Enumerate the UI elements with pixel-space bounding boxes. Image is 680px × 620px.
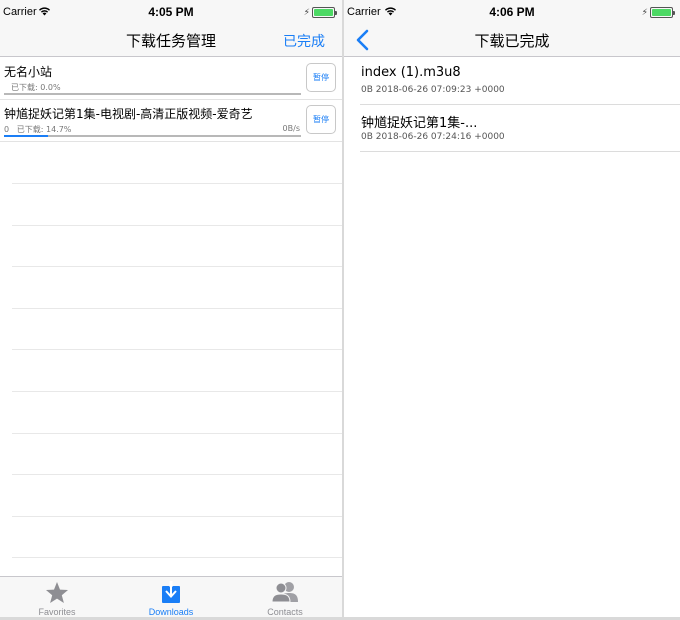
task-title: 无名小站 — [4, 65, 53, 79]
status-bar: Carrier 4:05 PM ⚡ — [0, 0, 342, 24]
row-separator — [12, 433, 342, 434]
row-separator — [12, 266, 342, 267]
task-title: 钟馗捉妖记第1集-电视剧-高清正版视频-爱奇艺 — [4, 107, 253, 121]
download-task-row[interactable]: 无名小站 已下载: 0.0% 暂停 — [0, 58, 342, 100]
download-icon — [162, 581, 180, 603]
row-separator — [12, 308, 342, 309]
download-task-row[interactable]: 钟馗捉妖记第1集-电视剧-高清正版视频-爱奇艺 0 已下载: 14.7% 0B/… — [0, 100, 342, 142]
row-separator — [12, 516, 342, 517]
item-title: 钟馗捉妖记第1集-... — [361, 116, 478, 131]
status-bar: Carrier 4:06 PM ⚡ — [344, 0, 680, 24]
row-separator — [12, 557, 342, 558]
row-separator — [12, 183, 342, 184]
tab-favorites[interactable]: Favorites — [0, 577, 114, 617]
item-subtitle: 0B 2018-06-26 07:24:16 +0000 — [361, 132, 505, 142]
task-progress-text: 已下载: 0.0% — [11, 83, 61, 92]
row-separator — [12, 391, 342, 392]
pause-button[interactable]: 暂停 — [306, 63, 336, 92]
completed-button[interactable]: 已完成 — [283, 31, 325, 51]
status-time: 4:06 PM — [489, 5, 535, 19]
tab-label: Contacts — [267, 607, 303, 617]
completed-item[interactable]: 钟馗捉妖记第1集-... 0B 2018-06-26 07:24:16 +000… — [360, 105, 680, 152]
tab-contacts[interactable]: Contacts — [228, 577, 342, 617]
star-icon — [46, 582, 68, 603]
page-title: 下载已完成 — [474, 32, 550, 50]
task-size: 0 — [4, 125, 10, 134]
task-speed: 0B/s — [282, 124, 300, 133]
nav-bar: 下载已完成 — [344, 24, 680, 57]
charging-icon: ⚡ — [303, 8, 310, 18]
battery-icon — [312, 7, 337, 18]
status-time: 4:05 PM — [148, 5, 194, 19]
item-title: index (1).m3u8 — [361, 65, 461, 80]
tab-label: Downloads — [148, 607, 194, 617]
tab-downloads[interactable]: Downloads — [114, 577, 228, 617]
completed-screen: Carrier 4:06 PM ⚡ 下载已完成 index (1).m3u8 0… — [344, 0, 680, 617]
task-progress-bar — [4, 93, 301, 95]
charging-icon: ⚡ — [641, 8, 648, 18]
downloads-screen: Carrier 4:05 PM ⚡ 下载任务管理 已完成 无名小站 已下载: 0… — [0, 0, 342, 617]
nav-bar: 下载任务管理 已完成 — [0, 24, 342, 57]
battery-icon — [650, 7, 675, 18]
row-separator — [12, 474, 342, 475]
contacts-icon — [271, 582, 298, 603]
row-separator — [12, 349, 342, 350]
task-progress-text: 0 已下载: 14.7% — [4, 125, 72, 134]
task-progress-bar — [4, 135, 301, 137]
row-separator — [12, 225, 342, 226]
item-subtitle: 0B 2018-06-26 07:09:23 +0000 — [361, 85, 505, 95]
completed-item[interactable]: index (1).m3u8 0B 2018-06-26 07:09:23 +0… — [360, 58, 680, 105]
pause-button[interactable]: 暂停 — [306, 105, 336, 134]
tab-bar: Favorites Downloads Contacts — [0, 576, 342, 617]
tab-label: Favorites — [38, 607, 76, 617]
